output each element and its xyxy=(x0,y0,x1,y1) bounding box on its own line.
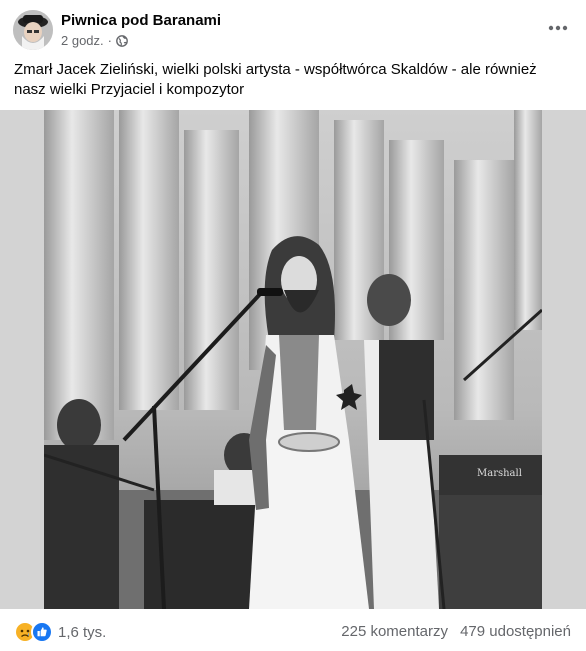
shares-count-link[interactable]: 479 udostępnień xyxy=(460,623,571,640)
reactions-count: 1,6 tys. xyxy=(58,623,107,641)
page-avatar[interactable] xyxy=(13,10,53,50)
comments-count-link[interactable]: 225 komentarzy xyxy=(341,623,448,640)
more-options-button[interactable] xyxy=(544,14,572,42)
facebook-post: Piwnica pod Baranami 2 godz. · Zmarł Jac… xyxy=(0,0,586,651)
post-header: Piwnica pod Baranami 2 godz. · xyxy=(0,0,586,56)
post-footer: 1,6 tys. 225 komentarzy 479 udostępnień xyxy=(0,609,586,651)
meta-separator: · xyxy=(107,33,112,48)
post-photo[interactable]: Marshall xyxy=(0,110,586,609)
more-options-icon xyxy=(548,25,568,31)
post-text: Zmarł Jacek Zieliński, wielki polski art… xyxy=(14,61,537,98)
like-reaction-icon xyxy=(31,621,53,643)
reactions-summary[interactable]: 1,6 tys. xyxy=(14,621,106,643)
concert-photo: Marshall xyxy=(44,110,542,609)
globe-icon xyxy=(116,34,128,47)
post-meta: 2 godz. · xyxy=(61,33,128,48)
svg-text:Marshall: Marshall xyxy=(477,468,522,479)
page-name-link[interactable]: Piwnica pod Baranami xyxy=(61,12,221,29)
post-timestamp[interactable]: 2 godz. xyxy=(61,33,104,48)
